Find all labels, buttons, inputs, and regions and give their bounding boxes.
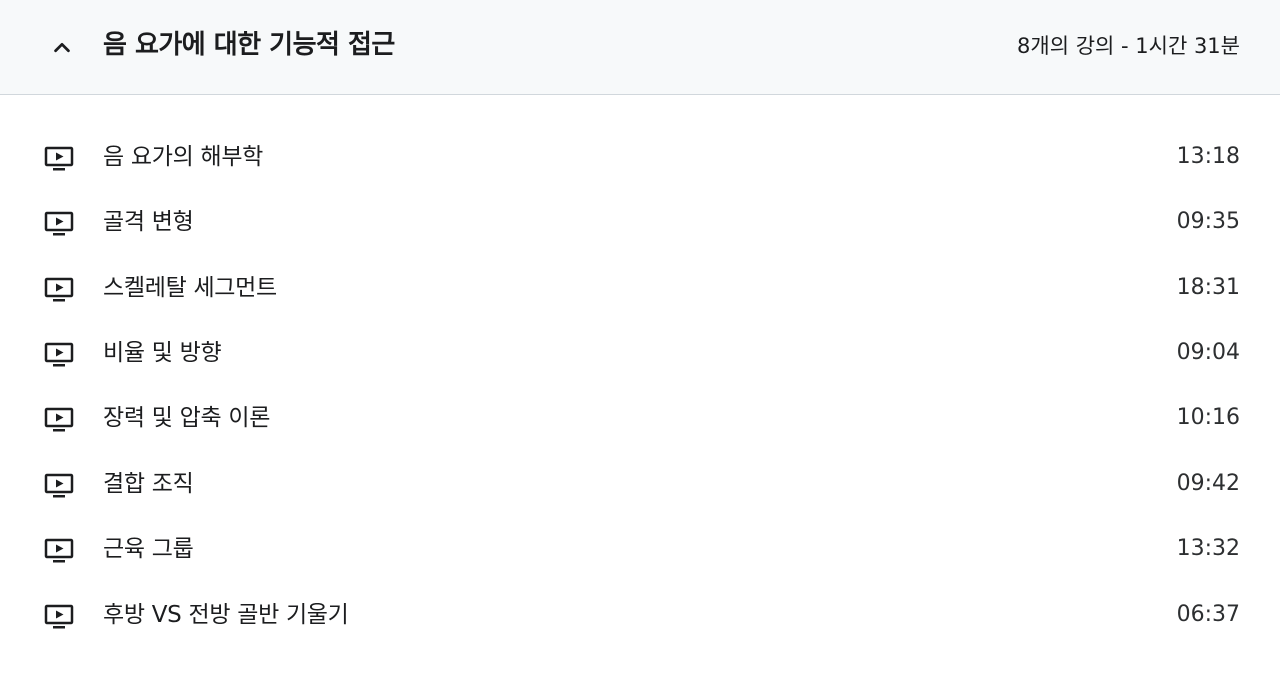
lecture-title: 음 요가의 해부학 [103, 144, 264, 170]
section-header[interactable]: 음 요가에 대한 기능적 접근 8개의 강의 - 1시간 31분 [0, 0, 1280, 95]
play-video-icon [44, 146, 74, 171]
lecture-title: 스켈레탈 세그먼트 [103, 275, 277, 301]
lecture-item[interactable]: 결합 조직 09:42 [0, 453, 1280, 518]
lecture-duration: 06:37 [1176, 602, 1240, 627]
lecture-title: 비율 및 방향 [103, 340, 222, 366]
lecture-title: 후방 VS 전방 골반 기울기 [103, 602, 349, 628]
lecture-duration: 13:18 [1176, 144, 1240, 169]
lecture-item[interactable]: 근육 그룹 13:32 [0, 518, 1280, 583]
lecture-duration: 09:35 [1176, 209, 1240, 234]
chevron-up-icon[interactable] [51, 37, 73, 59]
play-video-icon [44, 604, 74, 629]
lecture-title: 장력 및 압축 이론 [103, 405, 271, 431]
lecture-item[interactable]: 골격 변형 09:35 [0, 191, 1280, 256]
play-video-icon [44, 473, 74, 498]
lecture-item[interactable]: 장력 및 압축 이론 10:16 [0, 387, 1280, 452]
play-video-icon [44, 538, 74, 563]
play-video-icon [44, 211, 74, 236]
lecture-duration: 09:04 [1176, 340, 1240, 365]
lecture-item[interactable]: 후방 VS 전방 골반 기울기 06:37 [0, 584, 1280, 649]
lecture-duration: 18:31 [1176, 275, 1240, 300]
lecture-duration: 10:16 [1176, 405, 1240, 430]
play-video-icon [44, 407, 74, 432]
lecture-title: 골격 변형 [103, 209, 194, 235]
lecture-title: 결합 조직 [103, 471, 194, 497]
lecture-duration: 13:32 [1176, 536, 1240, 561]
lecture-item[interactable]: 스켈레탈 세그먼트 18:31 [0, 257, 1280, 322]
section-title: 음 요가에 대한 기능적 접근 [103, 30, 395, 60]
play-video-icon [44, 342, 74, 367]
section-meta: 8개의 강의 - 1시간 31분 [1017, 34, 1240, 58]
play-video-icon [44, 277, 74, 302]
lecture-duration: 09:42 [1176, 471, 1240, 496]
lecture-item[interactable]: 비율 및 방향 09:04 [0, 322, 1280, 387]
lecture-title: 근육 그룹 [103, 536, 194, 562]
lecture-item[interactable]: 음 요가의 해부학 13:18 [0, 126, 1280, 191]
